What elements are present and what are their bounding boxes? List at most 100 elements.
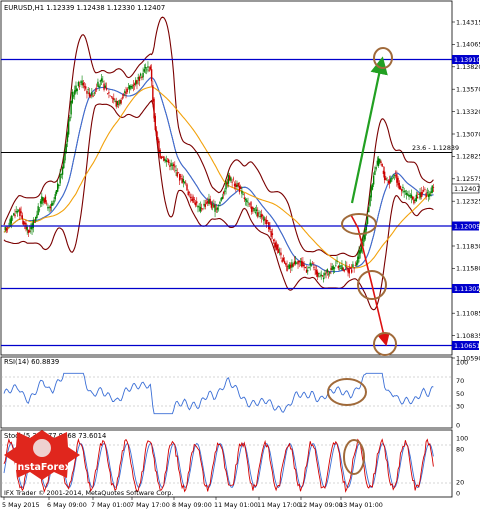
- candle-body: [4, 226, 6, 231]
- candle-body: [80, 81, 82, 83]
- candle-body: [368, 206, 370, 213]
- candle-body: [163, 156, 165, 161]
- candle-body: [335, 265, 337, 267]
- candle-body: [203, 203, 205, 206]
- candle-body: [146, 69, 148, 71]
- candle-body: [178, 173, 181, 181]
- candle-body: [275, 241, 277, 251]
- level-label-support-2: 1.11302: [454, 285, 480, 293]
- candle-body: [41, 196, 43, 204]
- candle-body: [15, 211, 17, 213]
- price-tick-label: 1.13820: [456, 63, 480, 71]
- candle-body: [220, 198, 222, 201]
- candle-body: [291, 262, 293, 268]
- candle-body: [320, 274, 322, 276]
- candle-body: [109, 95, 111, 97]
- rsi-tick-label: 100: [456, 358, 468, 366]
- candle-body: [14, 214, 16, 217]
- candle-body: [37, 206, 39, 216]
- candle-body: [236, 184, 238, 187]
- candle-body: [32, 219, 34, 229]
- candle-body: [299, 261, 302, 263]
- candle-body: [122, 94, 125, 96]
- candle-body: [380, 161, 382, 163]
- candle-body: [231, 181, 233, 183]
- candle-body: [147, 66, 149, 68]
- candle-body: [20, 211, 22, 214]
- candle-body: [56, 183, 59, 192]
- rsi-panel: [0, 356, 453, 429]
- price-tick-label: 1.13570: [456, 86, 480, 94]
- candle-body: [394, 175, 397, 177]
- candle-body: [365, 224, 368, 231]
- candle-body: [249, 203, 252, 205]
- candle-body: [285, 263, 287, 265]
- candle-body: [338, 265, 341, 268]
- candle-body: [311, 263, 314, 265]
- candle-body: [126, 88, 128, 92]
- candle-body: [229, 175, 231, 181]
- candle-body: [355, 262, 358, 266]
- candle-body: [327, 273, 330, 275]
- price-tick-label: 1.12325: [456, 198, 480, 206]
- candle-body: [53, 200, 55, 203]
- candle-body: [93, 92, 95, 94]
- candle-body: [172, 164, 175, 167]
- candle-body: [425, 193, 427, 198]
- candle-body: [70, 100, 72, 115]
- candle-body: [381, 163, 383, 167]
- candle-body: [49, 206, 52, 209]
- candle-body: [171, 165, 174, 167]
- candle-body: [67, 121, 70, 135]
- candle-body: [24, 222, 26, 225]
- candle-body: [48, 207, 50, 209]
- candle-body: [254, 212, 257, 213]
- chart-canvas: EURUSD,H1 1.12339 1.12438 1.12330 1.1240…: [0, 0, 480, 510]
- time-tick-label: 13 May 01:00: [339, 501, 383, 509]
- candle-body: [414, 199, 416, 201]
- logo-text: InstaForex: [14, 462, 71, 473]
- candle-body: [50, 203, 53, 206]
- candle-body: [22, 221, 25, 225]
- price-tick-label: 1.11085: [456, 310, 480, 318]
- candle-body: [42, 197, 44, 201]
- candle-body: [188, 192, 191, 193]
- candle-body: [372, 175, 375, 185]
- candle-body: [127, 87, 130, 89]
- candle-body: [54, 194, 56, 200]
- time-tick-label: 7 May 01:00: [91, 501, 131, 509]
- rsi-title: RSI(14) 60.8839: [4, 358, 59, 366]
- candle-body: [424, 189, 426, 190]
- candle-body: [160, 156, 163, 159]
- candle-body: [198, 206, 200, 208]
- candle-body: [415, 194, 418, 201]
- candle-body: [205, 202, 208, 204]
- candle-body: [169, 165, 171, 167]
- candle-body: [130, 85, 132, 88]
- candle-body: [258, 212, 260, 214]
- candle-body: [132, 85, 135, 87]
- candle-body: [259, 216, 261, 217]
- candle-body: [5, 227, 8, 231]
- candle-body: [238, 185, 241, 193]
- candle-body: [426, 192, 429, 194]
- candle-body: [144, 67, 147, 69]
- candle-body: [337, 266, 339, 269]
- candle-body: [420, 191, 422, 198]
- candle-body: [43, 198, 45, 203]
- candle-body: [324, 273, 326, 276]
- candle-body: [421, 192, 424, 194]
- candle-body: [349, 267, 352, 269]
- candle-body: [416, 196, 419, 199]
- candle-body: [272, 239, 275, 241]
- candle-body: [316, 271, 319, 277]
- candle-body: [193, 199, 196, 200]
- candle-body: [257, 212, 259, 217]
- candle-body: [215, 208, 217, 210]
- candle-body: [383, 171, 386, 181]
- candle-body: [297, 261, 299, 265]
- candle-body: [207, 201, 209, 204]
- candle-body: [148, 69, 150, 71]
- candle-body: [161, 157, 164, 158]
- candle-body: [371, 184, 374, 190]
